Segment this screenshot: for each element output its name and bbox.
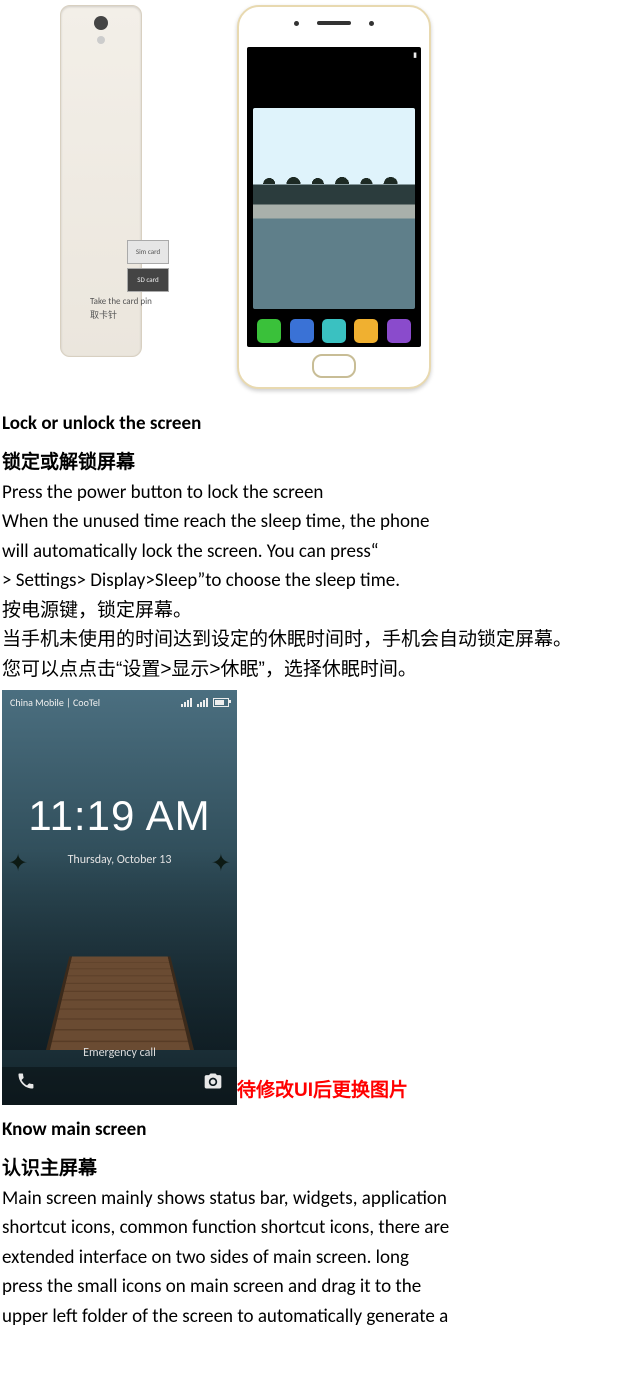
flash-icon — [97, 36, 105, 44]
phone-front-render: ▮ ⠀ ⠀ — [237, 5, 431, 389]
wallpaper — [253, 108, 415, 309]
phone-back-figure: Sim card Sim 卡盖 SD card SD 卡盖 Take the c… — [5, 5, 142, 389]
carrier-left: China Mobile — [10, 696, 64, 709]
know-en-line-2: extended interface on two sides of main … — [2, 1243, 640, 1272]
lock-title-cn: 锁定或解锁屏幕 — [2, 448, 640, 477]
tray-sd: SD card — [127, 268, 169, 292]
lock-en-line-2: will automatically lock the screen. You … — [2, 537, 640, 566]
section-know: Know main screen 认识主屏幕 Main screen mainl… — [0, 1115, 642, 1331]
label-pin: Take the card pin 取卡针 — [90, 295, 152, 323]
section-lock: Lock or unlock the screen 锁定或解锁屏幕 Press … — [0, 409, 642, 684]
phone-screen: ▮ ⠀ ⠀ — [247, 47, 421, 347]
know-en-line-4: upper left folder of the screen to autom… — [2, 1302, 640, 1331]
dock-app-3 — [322, 319, 346, 343]
carrier-right: CooTel — [73, 696, 100, 709]
lockscreen-carrier: China Mobile | CooTel — [10, 695, 100, 711]
sensor-icon — [294, 21, 299, 26]
know-en-line-3: press the small icons on main screen and… — [2, 1272, 640, 1301]
label-pin-en: Take the card pin — [90, 295, 152, 309]
speaker-icon — [317, 21, 351, 25]
lockscreen-render: China Mobile | CooTel 11:19 AM Thursday,… — [2, 690, 237, 1105]
tray-labels: Sim card SD card — [127, 240, 169, 296]
know-en-line-1: shortcut icons, common function shortcut… — [2, 1213, 640, 1242]
home-clock-widget: ⠀ — [247, 78, 421, 91]
status-right — [181, 698, 229, 707]
lockscreen-bottom-bar — [2, 1067, 237, 1105]
front-camera-icon — [369, 21, 374, 26]
boardwalk-path — [46, 956, 194, 1050]
phone-front-figure: Sim card SD card ▮ ⠀ ⠀ — [182, 5, 431, 389]
status-clock-mini: ▮ — [413, 50, 417, 61]
lockscreen-clock: 11:19 AM — [2, 783, 237, 848]
know-en-line-0: Main screen mainly shows status bar, wid… — [2, 1184, 640, 1213]
lockscreen-status-bar: China Mobile | CooTel — [2, 690, 237, 714]
lock-title-en: Lock or unlock the screen — [2, 409, 640, 438]
lock-cn-line-1: 当手机未使用的时间达到设定的休眠时间时，手机会自动锁定屏幕。 — [2, 625, 640, 654]
dock-app-1 — [257, 319, 281, 343]
know-title-en: Know main screen — [2, 1115, 640, 1144]
phone-icon — [16, 1071, 36, 1100]
tray-sim: Sim card — [127, 240, 169, 264]
lock-en-line-3: > Settings> Display>SIeep”to choose the … — [2, 566, 640, 595]
dock-app-4 — [354, 319, 378, 343]
lockscreen-figure-row: China Mobile | CooTel 11:19 AM Thursday,… — [2, 690, 642, 1105]
label-pin-cn: 取卡针 — [90, 309, 117, 323]
signal-icon — [181, 698, 192, 707]
palm-icon: ✦ — [8, 845, 28, 885]
signal-icon-2 — [197, 698, 208, 707]
battery-icon — [213, 698, 229, 707]
dock-app-5 — [387, 319, 411, 343]
lock-en-line-0: Press the power button to lock the scree… — [2, 478, 640, 507]
palm-icon: ✦ — [211, 845, 231, 885]
home-date-widget: ⠀ — [247, 91, 421, 102]
lockscreen-palms: ✦ ✦ — [2, 845, 237, 885]
dock — [247, 315, 421, 347]
red-replace-note: 待修改UI后更换图片 — [237, 1076, 408, 1105]
status-separator: | — [66, 696, 73, 709]
camera-icon — [94, 16, 108, 30]
wallpaper-trees — [253, 164, 415, 184]
lock-en-line-1: When the unused time reach the sleep tim… — [2, 507, 640, 536]
lock-cn-line-2: 您可以点点击“设置>显示>休眠”，选择休眠时间。 — [2, 655, 640, 684]
dock-app-2 — [290, 319, 314, 343]
know-title-cn: 认识主屏幕 — [2, 1154, 640, 1183]
lock-cn-line-0: 按电源键，锁定屏幕。 — [2, 596, 640, 625]
top-figure-row: Sim card Sim 卡盖 SD card SD 卡盖 Take the c… — [0, 0, 642, 389]
emergency-call-text: Emergency call — [2, 1044, 237, 1063]
home-button-icon — [312, 354, 356, 378]
lockscreen-boardwalk — [2, 880, 237, 1050]
camera-icon — [203, 1071, 223, 1100]
